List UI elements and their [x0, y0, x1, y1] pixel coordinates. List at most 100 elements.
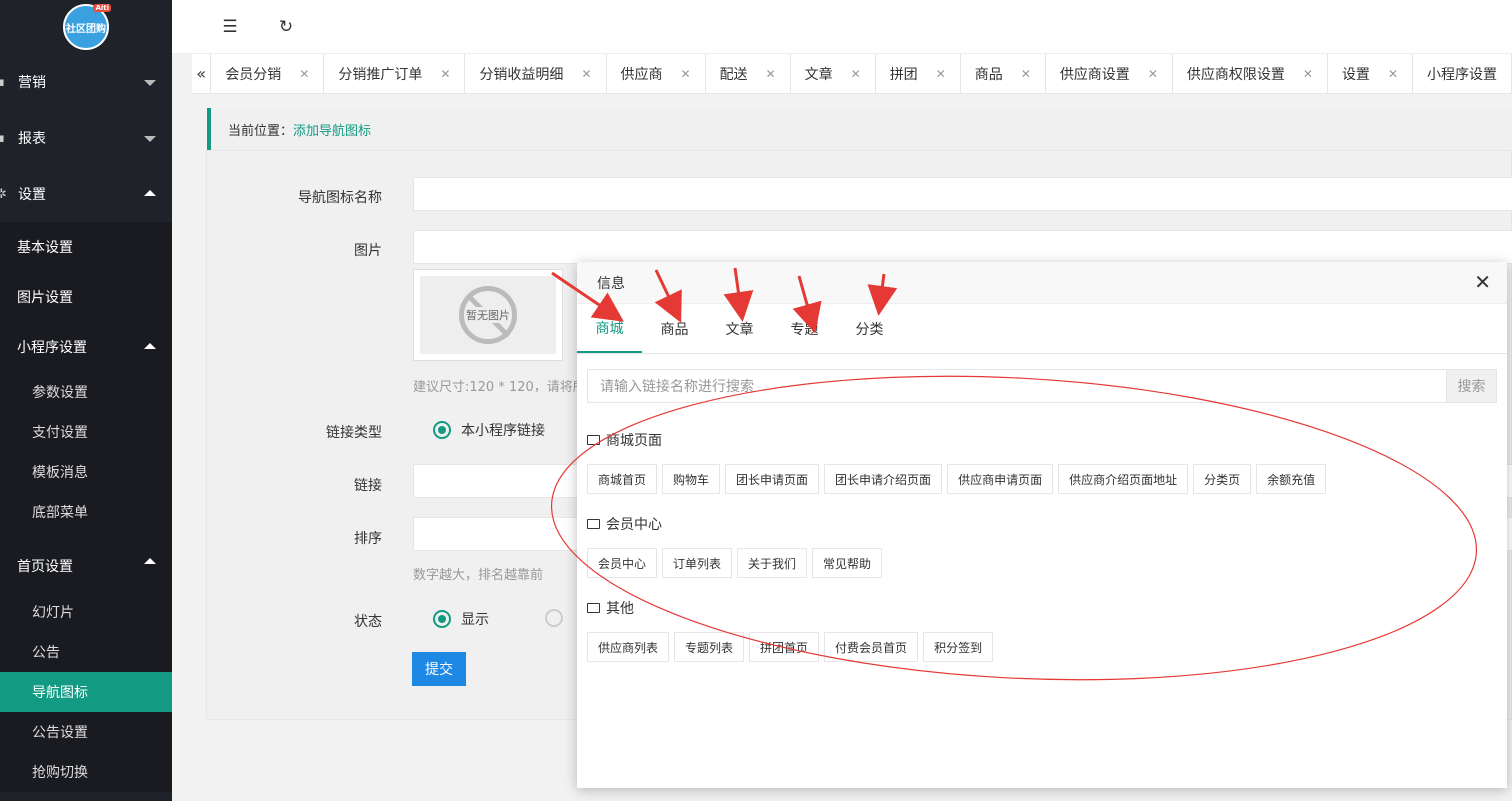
link-option[interactable]: 拼团首页 [749, 632, 820, 662]
refresh-icon[interactable]: ↻ [258, 17, 314, 37]
tab-distribution-orders[interactable]: 分销推广订单 ✕ [324, 54, 466, 93]
folder-icon [587, 435, 600, 445]
sidebar-item-notice-settings[interactable]: 公告设置 [0, 712, 172, 752]
sidebar-item-flash-switch[interactable]: 抢购切换 [0, 752, 172, 792]
sidebar-item-label: 公告 [32, 645, 60, 661]
sidebar-item-label: 抢购切换 [32, 765, 88, 781]
tab-member-distribution[interactable]: 会员分销 ✕ [211, 54, 325, 93]
menu-marketing[interactable]: ▪ 营销 [0, 54, 172, 110]
sidebar-item-image-settings[interactable]: 图片设置 [0, 272, 172, 322]
tab-delivery[interactable]: 配送 ✕ [706, 54, 791, 93]
close-icon[interactable]: ✕ [1474, 272, 1491, 292]
submit-button[interactable]: 提交 [412, 652, 466, 686]
breadcrumb-current[interactable]: 添加导航图标 [293, 120, 371, 139]
menu-settings[interactable]: ✲ 设置 [0, 166, 172, 222]
close-icon[interactable]: ✕ [1388, 67, 1398, 81]
tab-suppliers[interactable]: 供应商 ✕ [607, 54, 706, 93]
close-icon[interactable]: ✕ [766, 67, 776, 81]
close-icon[interactable]: ✕ [681, 67, 691, 81]
close-icon[interactable]: ✕ [299, 67, 309, 81]
status-hide-radio[interactable] [545, 609, 573, 627]
link-option[interactable]: 会员中心 [587, 548, 658, 578]
tab-group-buy[interactable]: 拼团 ✕ [876, 54, 961, 93]
modal-tabs: 商城 商品 文章 专题 分类 [577, 304, 1507, 354]
tab-label: 文章 [804, 66, 833, 83]
modal-header: 信息 ✕ [577, 262, 1507, 304]
tab-mall[interactable]: 商城 [577, 305, 642, 353]
close-icon[interactable]: ✕ [851, 67, 861, 81]
link-type-option-label: 本小程序链接 [461, 423, 545, 439]
sidebar-item-payment[interactable]: 支付设置 [0, 412, 172, 452]
sidebar-group-miniapp[interactable]: 小程序设置 [0, 322, 172, 372]
folder-icon [587, 519, 600, 529]
sidebar-item-basic-settings[interactable]: 基本设置 [0, 222, 172, 272]
sidebar-item-slides[interactable]: 幻灯片 [0, 592, 172, 632]
tab-category[interactable]: 分类 [837, 305, 902, 353]
chart-icon: ▪ [0, 130, 5, 146]
chevron-down-icon [144, 80, 156, 86]
tab-supplier-settings[interactable]: 供应商设置 ✕ [1046, 54, 1173, 93]
tab-products[interactable]: 商品 ✕ [961, 54, 1046, 93]
image-preview[interactable]: 暂无图片 [413, 269, 563, 361]
link-option[interactable]: 团长申请页面 [725, 464, 820, 494]
menu-fold-icon[interactable]: ☰ [202, 17, 258, 37]
menu-reports[interactable]: ▪ 报表 [0, 110, 172, 166]
tab-label: 供应商权限设置 [1186, 66, 1285, 83]
tab-goods[interactable]: 商品 [642, 305, 707, 353]
group-title-label: 商城页面 [606, 433, 662, 449]
logo-area: 社区团购 Aiti [0, 0, 172, 54]
link-option[interactable]: 积分签到 [923, 632, 994, 662]
link-option[interactable]: 付费会员首页 [824, 632, 919, 662]
menu-marketing-label: 营销 [18, 75, 46, 91]
link-option[interactable]: 团长申请介绍页面 [824, 464, 943, 494]
modal-search: 请输入链接名称进行搜索 搜索 [587, 369, 1497, 403]
link-option[interactable]: 余额充值 [1256, 464, 1327, 494]
link-option[interactable]: 供应商介绍页面地址 [1058, 464, 1189, 494]
no-image-text: 暂无图片 [466, 307, 510, 323]
link-option[interactable]: 购物车 [662, 464, 721, 494]
sidebar-item-params[interactable]: 参数设置 [0, 372, 172, 412]
search-button[interactable]: 搜索 [1446, 370, 1496, 402]
link-option[interactable]: 供应商申请页面 [947, 464, 1054, 494]
link-option[interactable]: 常见帮助 [812, 548, 883, 578]
sidebar-item-bottom-menu[interactable]: 底部菜单 [0, 492, 172, 532]
sidebar-item-nav-icons[interactable]: 导航图标 [0, 672, 172, 712]
tab-articles[interactable]: 文章 ✕ [791, 54, 876, 93]
sidebar-group-home[interactable]: 首页设置 [0, 532, 172, 592]
close-icon[interactable]: ✕ [1148, 67, 1158, 81]
link-option[interactable]: 专题列表 [674, 632, 745, 662]
close-icon[interactable]: ✕ [1021, 67, 1031, 81]
sidebar-item-template-msg[interactable]: 模板消息 [0, 452, 172, 492]
sidebar-item-label: 基本设置 [17, 240, 73, 256]
sidebar-item-label: 模板消息 [32, 465, 88, 481]
tab-label: 分销收益明细 [479, 66, 564, 83]
close-icon[interactable]: ✕ [581, 67, 591, 81]
tab-distribution-income[interactable]: 分销收益明细 ✕ [465, 54, 607, 93]
close-icon[interactable]: ✕ [1303, 67, 1313, 81]
link-option[interactable]: 分类页 [1193, 464, 1252, 494]
sidebar-item-notice[interactable]: 公告 [0, 632, 172, 672]
link-option[interactable]: 商城首页 [587, 464, 658, 494]
link-option[interactable]: 供应商列表 [587, 632, 670, 662]
tab-supplier-permissions[interactable]: 供应商权限设置 ✕ [1173, 54, 1328, 93]
search-input[interactable]: 请输入链接名称进行搜索 [588, 370, 1446, 402]
name-input[interactable] [413, 177, 1512, 211]
sidebar-item-label: 图片设置 [17, 290, 73, 306]
tab-article[interactable]: 文章 [707, 305, 772, 353]
tab-label: 会员分销 [225, 66, 282, 83]
link-type-radio[interactable]: 本小程序链接 [433, 420, 545, 440]
tab-topic[interactable]: 专题 [772, 305, 837, 353]
logo[interactable]: 社区团购 Aiti [63, 4, 111, 50]
link-option[interactable]: 关于我们 [737, 548, 808, 578]
tab-miniapp-settings[interactable]: 小程序设置 [1413, 54, 1512, 93]
image-input[interactable] [413, 230, 1512, 264]
tabs-scroll-left-icon[interactable]: « [192, 54, 212, 93]
close-icon[interactable]: ✕ [440, 67, 450, 81]
tab-settings[interactable]: 设置 ✕ [1328, 54, 1413, 93]
tab-label: 供应商 [620, 66, 663, 83]
sidebar-item-label: 底部菜单 [32, 505, 88, 521]
link-option[interactable]: 订单列表 [662, 548, 733, 578]
tab-label: 小程序设置 [1427, 66, 1497, 83]
status-show-radio[interactable]: 显示 [433, 609, 489, 629]
close-icon[interactable]: ✕ [936, 67, 946, 81]
